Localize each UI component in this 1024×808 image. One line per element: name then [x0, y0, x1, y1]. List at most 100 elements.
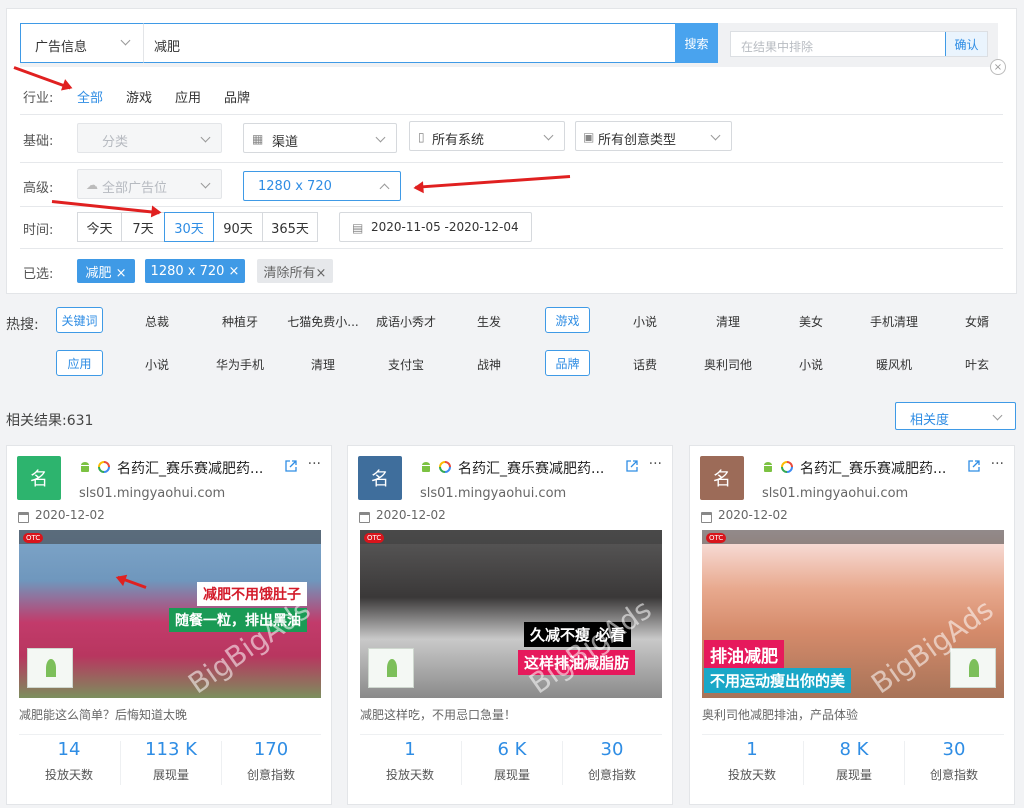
placement-value: 全部广告位: [102, 181, 168, 196]
hot-item[interactable]: 美女: [771, 313, 851, 330]
stat-value: 1: [746, 739, 758, 760]
hot-item[interactable]: 话费: [605, 356, 685, 373]
avatar: 名: [17, 456, 61, 500]
channel-select[interactable]: ▦ 渠道: [243, 123, 397, 153]
chevron-up-icon: [379, 183, 390, 194]
stat-days: 1 投放天数: [702, 739, 802, 783]
creative-caption: 排油减肥: [704, 640, 784, 669]
hot-tag-apps[interactable]: 应用: [56, 350, 103, 376]
chevron-down-icon: [992, 410, 1003, 421]
card-title[interactable]: 名药汇_赛乐赛减肥药...: [458, 458, 604, 478]
stat-value: 1: [404, 739, 416, 760]
exclude-input[interactable]: 在结果中排除 确认: [730, 31, 988, 57]
hot-item[interactable]: 小说: [117, 356, 197, 373]
product-box: [368, 648, 414, 688]
hot-item[interactable]: 清理: [283, 356, 363, 373]
card-title[interactable]: 名药汇_赛乐赛减肥药...: [117, 458, 263, 478]
system-value: 所有系统: [432, 133, 485, 148]
industry-brands[interactable]: 品牌: [224, 87, 250, 106]
search-bar: 广告信息 减肥 搜索 在结果中排除 确认: [20, 23, 998, 67]
size-select[interactable]: 1280 x 720: [243, 171, 401, 201]
industry-games[interactable]: 游戏: [126, 87, 152, 106]
industry-row: 行业: 全部 游戏 应用 品牌: [20, 75, 1003, 115]
time-365d[interactable]: 365天: [262, 212, 318, 242]
placement-select[interactable]: ☁ 全部广告位: [77, 169, 222, 199]
category-select[interactable]: 分类: [77, 123, 222, 153]
ad-creative-image[interactable]: OTC 排油减肥 不用运动瘦出你的美 BigBigAds: [702, 530, 1004, 698]
ad-card[interactable]: 名 名药汇_赛乐赛减肥药... ··· sls01.mingyaohui.com…: [6, 445, 332, 805]
hot-item[interactable]: 叶玄: [937, 356, 1017, 373]
hot-item[interactable]: 七猫免费小...: [283, 313, 363, 330]
external-link-icon[interactable]: [285, 460, 297, 472]
calendar-icon: [359, 512, 370, 523]
hot-item[interactable]: 奥利司他: [688, 356, 768, 373]
card-date: 2020-12-02: [35, 508, 105, 522]
hot-tag-keyword[interactable]: 关键词: [56, 307, 103, 333]
ad-card[interactable]: 名 名药汇_赛乐赛减肥药... ··· sls01.mingyaohui.com…: [689, 445, 1015, 805]
stat-creative-index: 30 创意指数: [904, 739, 1004, 783]
external-link-icon[interactable]: [626, 460, 638, 472]
date-range-picker[interactable]: ▤ 2020-11-05 -2020-12-04: [339, 212, 532, 242]
hot-item[interactable]: 支付宝: [366, 356, 446, 373]
hot-item[interactable]: 小说: [771, 356, 851, 373]
ad-card[interactable]: 名 名药汇_赛乐赛减肥药... ··· sls01.mingyaohui.com…: [347, 445, 673, 805]
time-today[interactable]: 今天: [77, 212, 122, 242]
hot-item[interactable]: 生发: [449, 313, 529, 330]
system-select[interactable]: ▯ 所有系统: [409, 121, 565, 151]
card-title[interactable]: 名药汇_赛乐赛减肥药...: [800, 458, 946, 478]
confirm-button[interactable]: 确认: [945, 32, 987, 56]
industry-apps[interactable]: 应用: [175, 87, 201, 106]
creative-type-select[interactable]: ▣ 所有创意类型: [575, 121, 732, 151]
otc-badge: OTC: [706, 533, 727, 543]
search-button[interactable]: 搜索: [675, 23, 718, 63]
time-label: 时间:: [23, 223, 54, 238]
stat-label: 展现量: [493, 768, 530, 782]
hot-tag-games[interactable]: 游戏: [545, 307, 590, 333]
time-90d[interactable]: 90天: [213, 212, 263, 242]
clear-search-icon[interactable]: ×: [990, 59, 1006, 75]
search-category-select[interactable]: 广告信息: [20, 23, 144, 63]
creative-top-strip: [360, 530, 662, 544]
channel-value: 渠道: [272, 135, 299, 150]
phone-icon: ▯: [418, 130, 425, 144]
more-options-icon[interactable]: ···: [991, 456, 1004, 472]
hot-tag-brands[interactable]: 品牌: [545, 350, 590, 376]
selected-chip-keyword[interactable]: 减肥 ×: [77, 259, 135, 283]
stat-label: 创意指数: [929, 768, 978, 782]
ad-creative-image[interactable]: OTC 减肥不用饿肚子 随餐一粒，排出黑油 BigBigAds: [19, 530, 321, 698]
more-options-icon[interactable]: ···: [308, 456, 321, 472]
stat-label: 展现量: [835, 768, 872, 782]
hot-item[interactable]: 战神: [449, 356, 529, 373]
stat-label: 投放天数: [385, 768, 434, 782]
product-box: [27, 648, 73, 688]
clear-all-chip[interactable]: 清除所有×: [257, 259, 333, 283]
hot-item[interactable]: 小说: [605, 313, 685, 330]
external-link-icon[interactable]: [968, 460, 980, 472]
hot-item[interactable]: 清理: [688, 313, 768, 330]
card-date: 2020-12-02: [376, 508, 446, 522]
card-domain: sls01.mingyaohui.com: [79, 486, 226, 501]
sort-select[interactable]: 相关度: [895, 402, 1016, 430]
more-options-icon[interactable]: ···: [649, 456, 662, 472]
hot-item[interactable]: 种植牙: [200, 313, 280, 330]
filter-panel: 广告信息 减肥 搜索 在结果中排除 确认 × 行业: 全部 游戏 应用 品牌 基…: [6, 8, 1017, 294]
hot-item[interactable]: 成语小秀才: [366, 313, 446, 330]
stat-creative-index: 170 创意指数: [221, 739, 321, 783]
calendar-icon: [701, 512, 712, 523]
hot-item[interactable]: 华为手机: [200, 356, 280, 373]
hot-item[interactable]: 总裁: [117, 313, 197, 330]
hot-item[interactable]: 女婿: [937, 313, 1017, 330]
calendar-icon: ▤: [352, 221, 364, 235]
stat-value: 170: [253, 739, 289, 760]
hot-item[interactable]: 手机清理: [854, 313, 934, 330]
android-icon: [81, 462, 89, 472]
industry-all[interactable]: 全部: [77, 87, 103, 106]
ad-creative-image[interactable]: OTC 久减不瘦 必看 这样排油减脂肪 BigBigAds: [360, 530, 662, 698]
keyword-input[interactable]: 减肥: [143, 23, 676, 63]
time-30d[interactable]: 30天: [164, 212, 214, 242]
card-stats: 14 投放天数 113 K 展现量 170 创意指数: [19, 734, 321, 790]
selected-chip-size[interactable]: 1280 x 720 ×: [145, 259, 245, 283]
result-count: 相关结果:631: [6, 413, 94, 429]
hot-item[interactable]: 暖风机: [854, 356, 934, 373]
card-domain: sls01.mingyaohui.com: [762, 486, 909, 501]
